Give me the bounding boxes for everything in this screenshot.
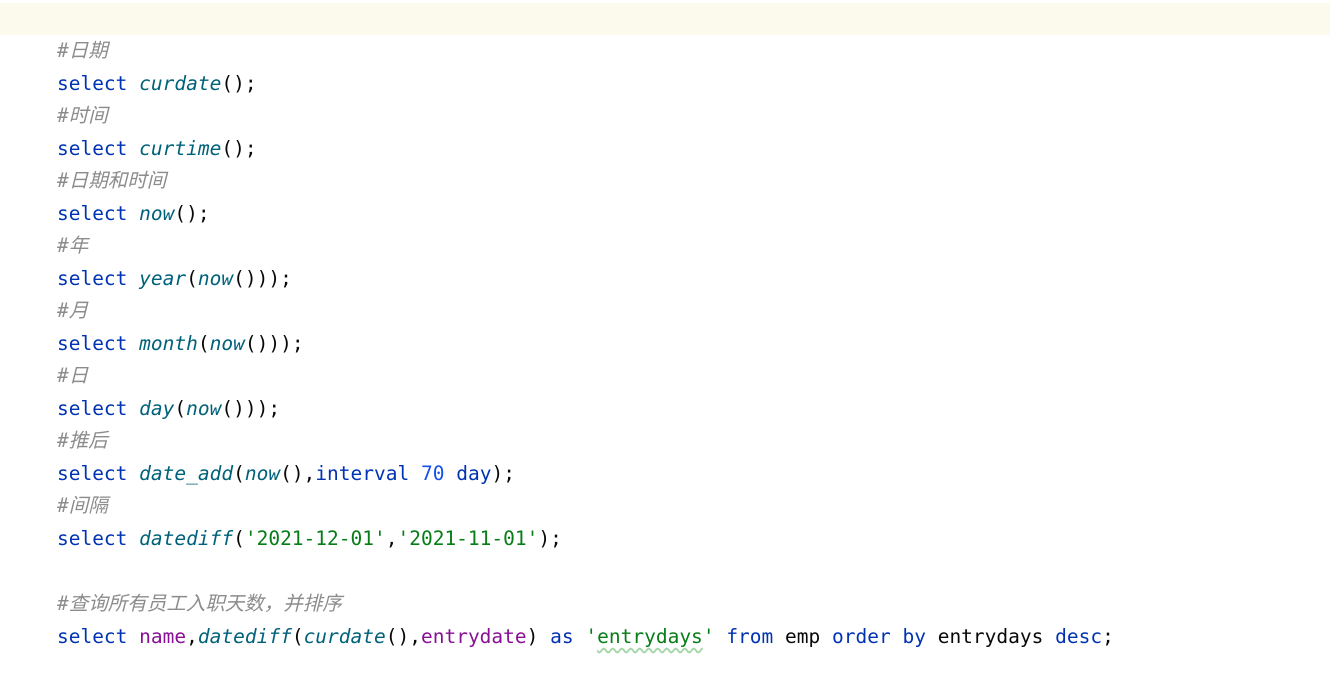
code-line-16[interactable]: select datediff('2021-12-01','2021-11-01…: [0, 491, 1330, 550]
code-line-11[interactable]: #日: [0, 328, 1330, 387]
keyword: order: [832, 625, 891, 648]
string-quote: ': [702, 625, 715, 648]
code-editor[interactable]: #日期 select curdate(); #时间 select curtime…: [0, 0, 1330, 648]
function-name: datediff: [197, 625, 292, 648]
code-line-4[interactable]: select curtime();: [0, 101, 1330, 160]
column-name: name: [139, 625, 187, 648]
code-line-1[interactable]: #日期: [0, 3, 1330, 62]
code-line-10[interactable]: select month(now()));: [0, 296, 1330, 355]
code-line-7[interactable]: #年: [0, 198, 1330, 257]
code-line-15[interactable]: #间隔: [0, 458, 1330, 517]
string-literal: entrydays: [597, 625, 703, 648]
code-line-18[interactable]: #查询所有员工入职天数，并排序: [0, 556, 1330, 615]
keyword: as: [550, 625, 574, 648]
code-line-8[interactable]: select year(now()));: [0, 231, 1330, 290]
code-line-6[interactable]: select now();: [0, 166, 1330, 225]
code-line-13[interactable]: #推后: [0, 393, 1330, 452]
code-line-2[interactable]: select curdate();: [0, 36, 1330, 95]
alias-name: entrydays: [937, 625, 1044, 648]
keyword: select: [56, 625, 128, 648]
keyword: by: [902, 625, 926, 648]
code-line-12[interactable]: select day(now()));: [0, 361, 1330, 420]
column-name: entrydate: [420, 625, 527, 648]
code-line-3[interactable]: #时间: [0, 68, 1330, 127]
keyword: desc: [1055, 625, 1103, 648]
string-quote: ': [585, 625, 598, 648]
code-line-19[interactable]: select name,datediff(curdate(),entrydate…: [0, 589, 1330, 648]
code-line-9[interactable]: #月: [0, 263, 1330, 322]
code-line-17[interactable]: [0, 523, 1330, 555]
keyword: from: [726, 625, 774, 648]
function-name: curdate: [303, 625, 386, 648]
table-name: emp: [785, 625, 821, 648]
code-line-14[interactable]: select date_add(now(),interval 70 day);: [0, 426, 1330, 485]
code-line-5[interactable]: #日期和时间: [0, 133, 1330, 192]
